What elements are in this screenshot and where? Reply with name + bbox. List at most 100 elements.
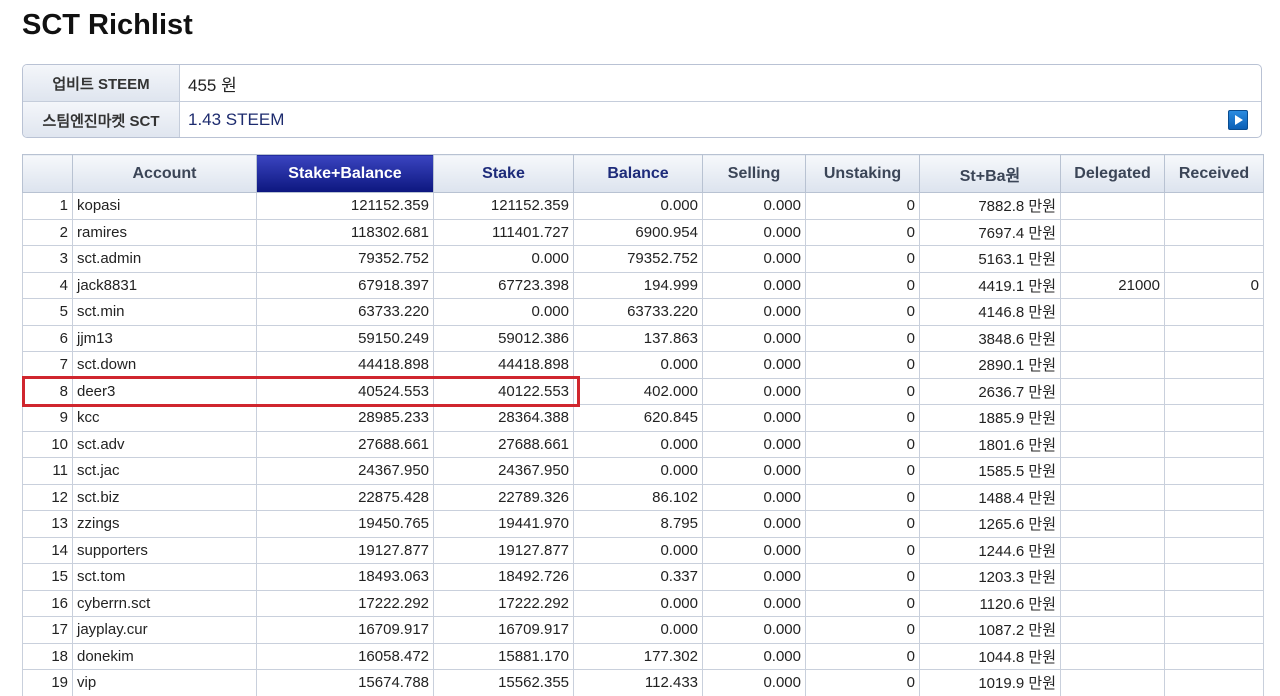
cell-delegated	[1060, 536, 1165, 564]
cell-selling: 0.000	[702, 245, 806, 273]
page-title: SCT Richlist	[22, 9, 193, 41]
column-header-selling[interactable]: Selling	[702, 154, 806, 193]
cell-stake-balance: 17222.292	[256, 589, 434, 617]
cell-account[interactable]: kopasi	[72, 192, 257, 220]
cell-account[interactable]: kcc	[72, 404, 257, 432]
cell-st-ba-won: 5163.1 만원	[919, 245, 1061, 273]
cell-account[interactable]: sct.min	[72, 298, 257, 326]
cell-st-ba-won: 7882.8 만원	[919, 192, 1061, 220]
cell-stake: 111401.727	[433, 218, 574, 246]
cell-account[interactable]: supporters	[72, 536, 257, 564]
cell-delegated	[1060, 563, 1165, 591]
column-header-unstaking[interactable]: Unstaking	[805, 154, 920, 193]
cell-unstaking: 0	[805, 589, 920, 617]
cell-rank: 18	[22, 642, 73, 670]
cell-balance: 6900.954	[573, 218, 703, 246]
cell-delegated	[1060, 324, 1165, 352]
cell-st-ba-won: 1044.8 만원	[919, 642, 1061, 670]
cell-st-ba-won: 1244.6 만원	[919, 536, 1061, 564]
table-row: 8 deer3 40524.553 40122.553 402.000 0.000 0 263…	[22, 377, 1264, 405]
table-row: 13 zzings 19450.765 19441.970 8.795 0.000 0 126…	[22, 510, 1264, 538]
price-label: 스팀엔진마켓 SCT	[23, 102, 180, 137]
column-header-delegated[interactable]: Delegated	[1060, 154, 1165, 193]
cell-unstaking: 0	[805, 536, 920, 564]
cell-account[interactable]: sct.tom	[72, 563, 257, 591]
cell-account[interactable]: cyberrn.sct	[72, 589, 257, 617]
cell-account[interactable]: zzings	[72, 510, 257, 538]
cell-selling: 0.000	[702, 510, 806, 538]
cell-account[interactable]: ramires	[72, 218, 257, 246]
cell-unstaking: 0	[805, 324, 920, 352]
cell-st-ba-won: 1585.5 만원	[919, 457, 1061, 485]
cell-account[interactable]: sct.admin	[72, 245, 257, 273]
cell-received	[1164, 536, 1264, 564]
cell-unstaking: 0	[805, 377, 920, 405]
cell-unstaking: 0	[805, 563, 920, 591]
column-header-balance[interactable]: Balance	[573, 154, 703, 193]
cell-rank: 12	[22, 483, 73, 511]
table-row: 1 kopasi 121152.359 121152.359 0.000 0.000 0 78…	[22, 192, 1264, 220]
cell-received	[1164, 324, 1264, 352]
cell-selling: 0.000	[702, 642, 806, 670]
cell-balance: 0.000	[573, 616, 703, 644]
cell-account[interactable]: jayplay.cur	[72, 616, 257, 644]
cell-account[interactable]: jack8831	[72, 271, 257, 299]
cell-stake-balance: 16058.472	[256, 642, 434, 670]
cell-stake-balance: 63733.220	[256, 298, 434, 326]
cell-selling: 0.000	[702, 669, 806, 696]
cell-received	[1164, 192, 1264, 220]
cell-selling: 0.000	[702, 324, 806, 352]
column-header-stake[interactable]: Stake	[433, 154, 574, 193]
column-header-st-ba-won[interactable]: St+Ba원	[919, 154, 1061, 193]
cell-selling: 0.000	[702, 271, 806, 299]
column-header-received[interactable]: Received	[1164, 154, 1264, 193]
cell-account[interactable]: sct.adv	[72, 430, 257, 458]
cell-delegated	[1060, 483, 1165, 511]
cell-unstaking: 0	[805, 483, 920, 511]
table-row: 9 kcc 28985.233 28364.388 620.845 0.000 0 1885.…	[22, 404, 1264, 432]
cell-account[interactable]: donekim	[72, 642, 257, 670]
cell-st-ba-won: 1120.6 만원	[919, 589, 1061, 617]
cell-st-ba-won: 4419.1 만원	[919, 271, 1061, 299]
cell-unstaking: 0	[805, 430, 920, 458]
richlist-table: Account Stake+Balance Stake Balance Selling U…	[22, 154, 1264, 696]
cell-selling: 0.000	[702, 218, 806, 246]
cell-selling: 0.000	[702, 536, 806, 564]
cell-delegated: 21000	[1060, 271, 1165, 299]
cell-balance: 8.795	[573, 510, 703, 538]
cell-received	[1164, 430, 1264, 458]
cell-st-ba-won: 1203.3 만원	[919, 563, 1061, 591]
cell-stake: 28364.388	[433, 404, 574, 432]
cell-rank: 7	[22, 351, 73, 379]
cell-account[interactable]: deer3	[72, 377, 257, 405]
cell-balance: 0.000	[573, 457, 703, 485]
price-box: 업비트 STEEM 455 원 스팀엔진마켓 SCT 1.43 STEEM	[22, 64, 1262, 138]
cell-account[interactable]: vip	[72, 669, 257, 696]
cell-stake-balance: 67918.397	[256, 271, 434, 299]
cell-st-ba-won: 1488.4 만원	[919, 483, 1061, 511]
cell-stake-balance: 19450.765	[256, 510, 434, 538]
cell-account[interactable]: sct.down	[72, 351, 257, 379]
column-header-stake-balance[interactable]: Stake+Balance	[256, 154, 434, 193]
cell-selling: 0.000	[702, 616, 806, 644]
cell-stake: 19127.877	[433, 536, 574, 564]
cell-account[interactable]: sct.jac	[72, 457, 257, 485]
cell-balance: 0.337	[573, 563, 703, 591]
cell-delegated	[1060, 669, 1165, 696]
column-header-account[interactable]: Account	[72, 154, 257, 193]
cell-received	[1164, 616, 1264, 644]
cell-selling: 0.000	[702, 377, 806, 405]
cell-account[interactable]: sct.biz	[72, 483, 257, 511]
cell-unstaking: 0	[805, 404, 920, 432]
cell-stake-balance: 28985.233	[256, 404, 434, 432]
price-label: 업비트 STEEM	[23, 65, 180, 101]
play-icon[interactable]	[1228, 110, 1248, 130]
cell-delegated	[1060, 430, 1165, 458]
cell-account[interactable]: jjm13	[72, 324, 257, 352]
cell-stake: 0.000	[433, 298, 574, 326]
cell-stake-balance: 19127.877	[256, 536, 434, 564]
table-row: 11 sct.jac 24367.950 24367.950 0.000 0.000 0 15…	[22, 457, 1264, 485]
cell-unstaking: 0	[805, 642, 920, 670]
cell-balance: 620.845	[573, 404, 703, 432]
table-row: 4 jack8831 67918.397 67723.398 194.999 0.000 0…	[22, 271, 1264, 299]
